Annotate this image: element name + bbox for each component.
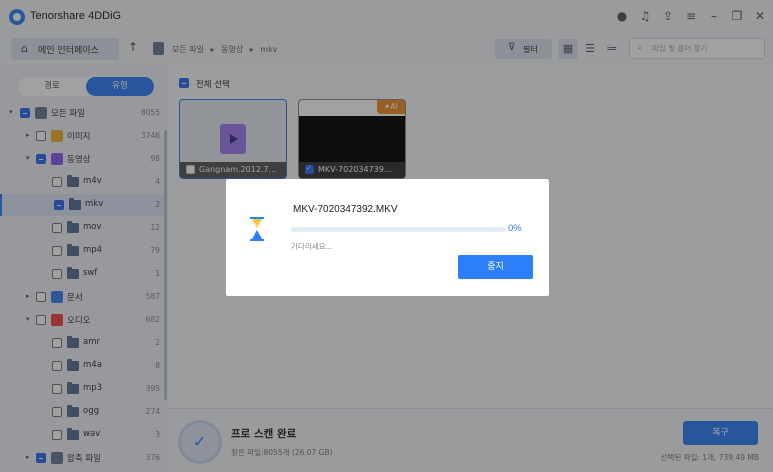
hourglass-icon [250,217,264,241]
stop-button[interactable]: 중지 [458,255,533,279]
progress-bar [291,227,506,232]
wait-message: 기다리세요... [291,242,333,251]
dialog-filename: MKV-7020347392.MKV [293,204,398,215]
recovery-progress-dialog: MKV-7020347392.MKV 0% 기다리세요... 중지 [226,179,549,296]
progress-percent: 0% [508,223,522,234]
